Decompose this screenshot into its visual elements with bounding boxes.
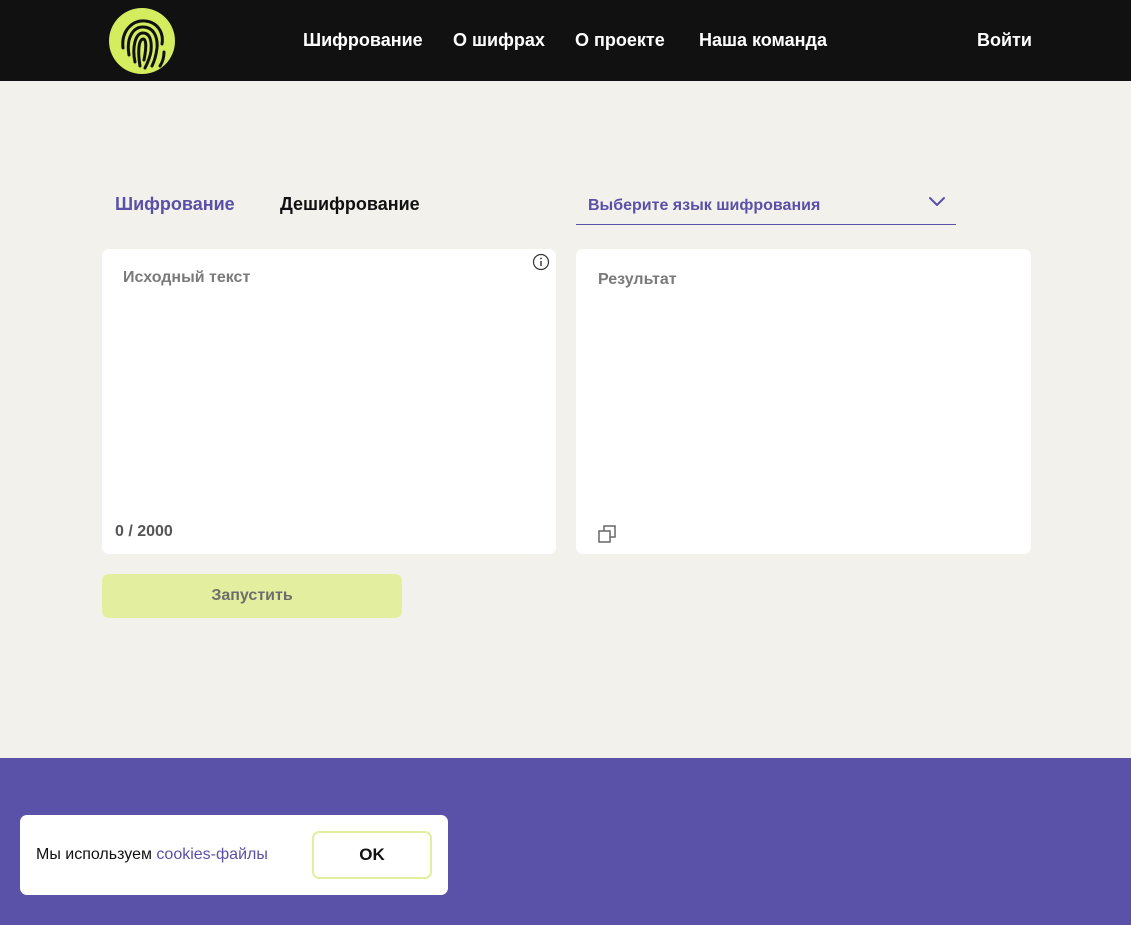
chevron-down-icon <box>929 197 945 206</box>
cookie-accept-button[interactable]: OK <box>312 831 432 879</box>
character-counter: 0 / 2000 <box>115 523 173 540</box>
source-text-input[interactable] <box>123 269 523 509</box>
result-panel: Результат <box>576 249 1031 554</box>
fingerprint-icon[interactable] <box>109 8 175 74</box>
cookie-text: Мы используем <box>36 846 157 863</box>
cipher-language-placeholder: Выберите язык шифрования <box>588 197 821 214</box>
cookie-banner: Мы используем cookies-файлы OK <box>20 815 448 895</box>
cipher-language-select[interactable]: Выберите язык шифрования <box>576 186 956 225</box>
nav-link-team[interactable]: Наша команда <box>699 30 827 51</box>
source-text-panel: 0 / 2000 <box>102 249 556 554</box>
tab-encryption[interactable]: Шифрование <box>115 194 235 215</box>
info-icon[interactable] <box>532 253 550 271</box>
nav-link-encryption[interactable]: Шифрование <box>303 30 423 51</box>
cookie-policy-link[interactable]: cookies-файлы <box>156 846 267 863</box>
run-button[interactable]: Запустить <box>102 574 402 618</box>
login-link[interactable]: Войти <box>977 30 1032 51</box>
tab-decryption[interactable]: Дешифрование <box>280 194 420 215</box>
site-header: Шифрование О шифрах О проекте Наша коман… <box>0 0 1131 81</box>
result-label: Результат <box>598 271 677 288</box>
nav-link-about-project[interactable]: О проекте <box>575 30 665 51</box>
nav-link-about-ciphers[interactable]: О шифрах <box>453 30 545 51</box>
cookie-message: Мы используем cookies-файлы <box>36 846 268 864</box>
copy-icon[interactable] <box>597 524 617 544</box>
